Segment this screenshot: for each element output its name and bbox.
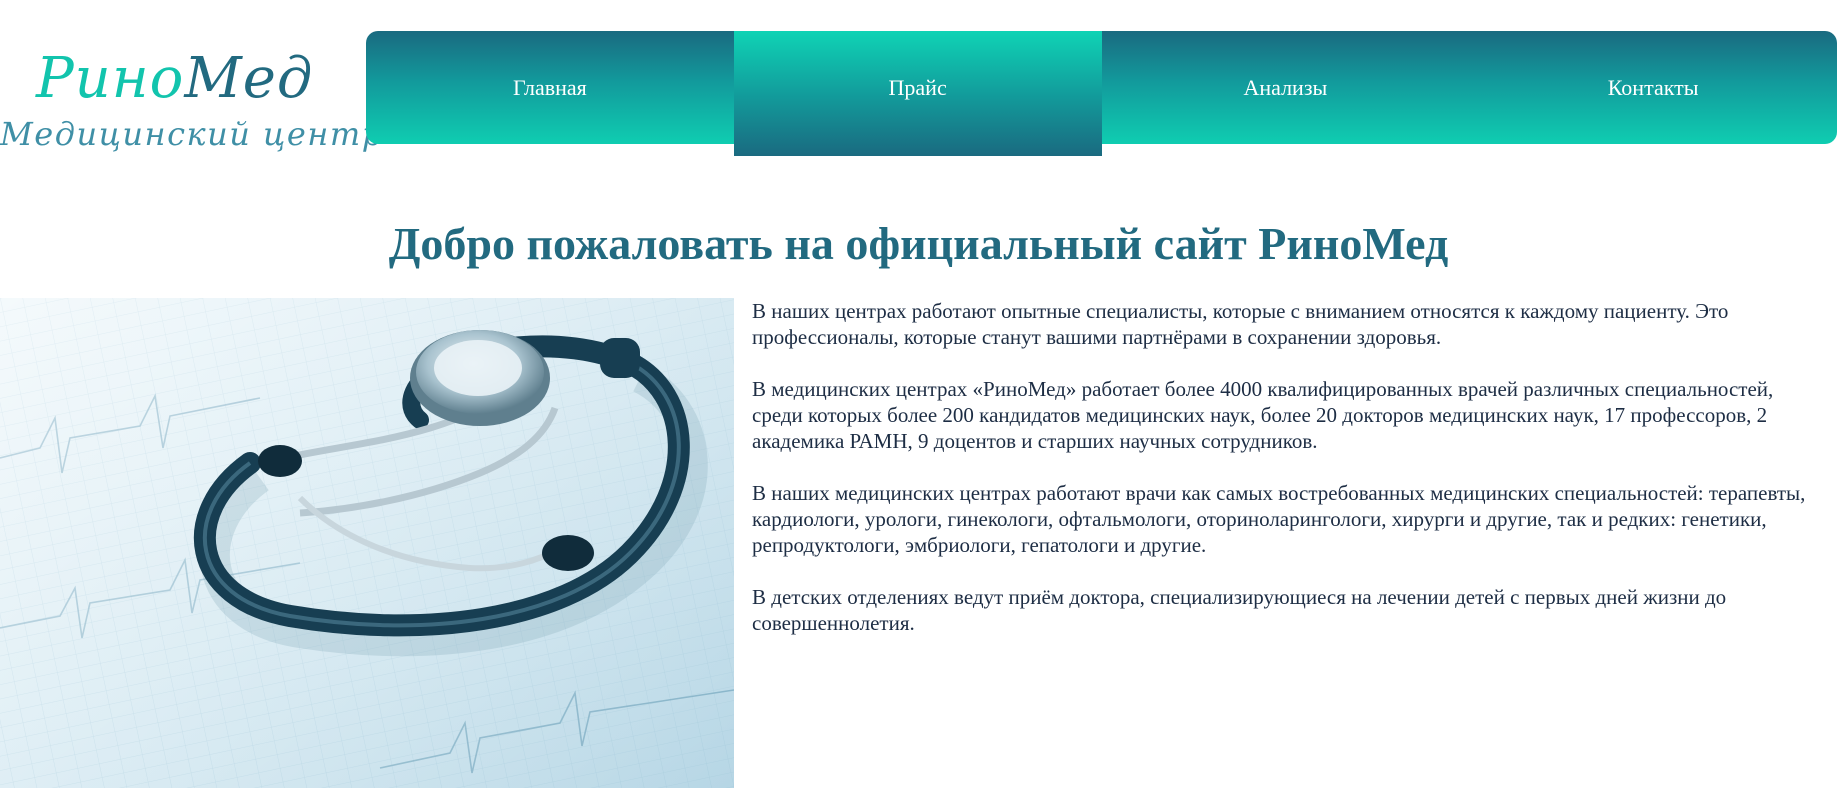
logo-wordmark: РиноМед (36, 44, 313, 114)
logo[interactable]: РиноМед Медицинский центр (0, 44, 382, 164)
page: РиноМед Медицинский центр Главная Прайс … (0, 0, 1837, 788)
logo-wordmark-part2: Мед (184, 46, 314, 111)
nav-item-contacts[interactable]: Контакты (1469, 31, 1837, 144)
nav-item-label: Контакты (1607, 74, 1699, 100)
nav-item-label: Анализы (1243, 74, 1328, 100)
page-title: Добро пожаловать на официальный сайт Рин… (388, 218, 1449, 269)
main-nav: Главная Прайс Анализы Контакты (366, 31, 1837, 156)
intro-paragraph: В наших центрах работают опытные специал… (752, 299, 1729, 349)
intro-paragraph: В медицинских центрах «РиноМед» работает… (752, 377, 1774, 453)
nav-item-analyses[interactable]: Анализы (1102, 31, 1470, 144)
intro-paragraph: В наших медицинских центрах работают вра… (752, 481, 1806, 557)
nav-item-label: Прайс (888, 74, 947, 100)
intro-text: В наших центрах работают опытные специал… (752, 298, 1827, 662)
nav-item-label: Главная (512, 74, 587, 100)
logo-tagline: Медицинский центр (0, 115, 384, 153)
logo-wordmark-part1: Рино (36, 46, 185, 111)
intro-paragraph: В детских отделениях ведут приём доктора… (752, 585, 1727, 635)
nav-item-price[interactable]: Прайс (733, 31, 1102, 156)
nav-item-home[interactable]: Главная (366, 31, 734, 144)
stethoscope-image (0, 298, 734, 788)
